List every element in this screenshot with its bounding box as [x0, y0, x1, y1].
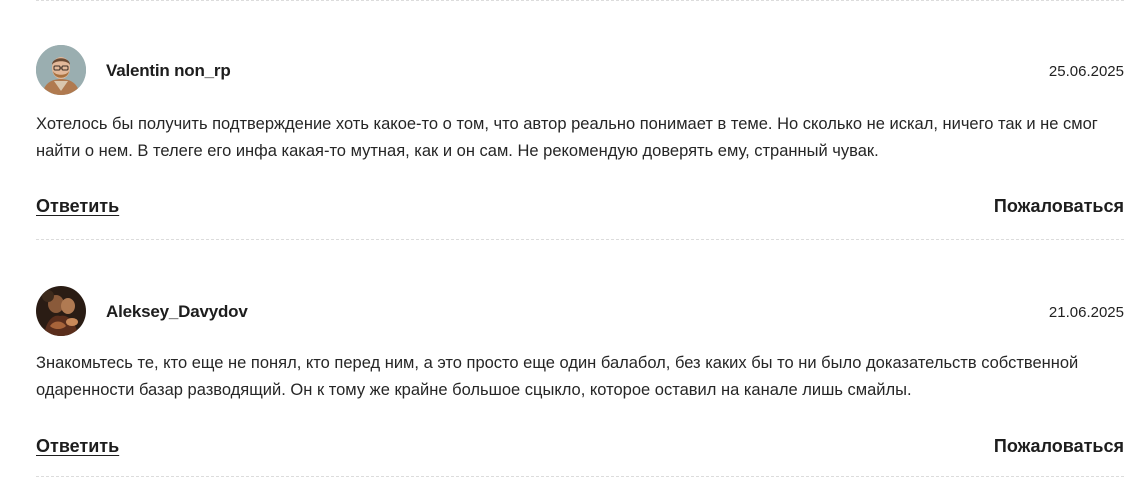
- comment-author: Aleksey_Davydov: [106, 302, 248, 321]
- report-link[interactable]: Пожаловаться: [994, 436, 1124, 457]
- comment-text: Знакомьтесь те, кто еще не понял, кто пе…: [36, 354, 1079, 399]
- painting-avatar-icon: [36, 286, 86, 336]
- comment-separator: [36, 476, 1124, 477]
- user-photo-avatar-icon: [36, 45, 86, 95]
- avatar[interactable]: [36, 45, 86, 95]
- comment-header: Aleksey_Davydov 21.06.2025: [36, 286, 1124, 338]
- reply-link[interactable]: Ответить: [36, 436, 119, 457]
- comment-actions: Ответить Пожаловаться: [36, 196, 1124, 224]
- comment-actions: Ответить Пожаловаться: [36, 436, 1124, 464]
- avatar[interactable]: [36, 286, 86, 336]
- comment-date: 21.06.2025: [1048, 304, 1124, 321]
- comment-header: Valentin non_rp 25.06.2025: [36, 45, 1124, 97]
- comment-author: Valentin non_rp: [106, 61, 231, 80]
- comments-list: Valentin non_rp 25.06.2025 Хотелось бы п…: [36, 0, 1124, 477]
- comment-item: Aleksey_Davydov 21.06.2025 Знакомьтесь т…: [36, 240, 1124, 476]
- comment-item: Valentin non_rp 25.06.2025 Хотелось бы п…: [36, 1, 1124, 239]
- comment-date: 25.06.2025: [1048, 63, 1124, 80]
- reply-link[interactable]: Ответить: [36, 196, 119, 217]
- comment-text: Хотелось бы получить подтверждение хоть …: [36, 115, 1098, 160]
- report-link[interactable]: Пожаловаться: [994, 196, 1124, 217]
